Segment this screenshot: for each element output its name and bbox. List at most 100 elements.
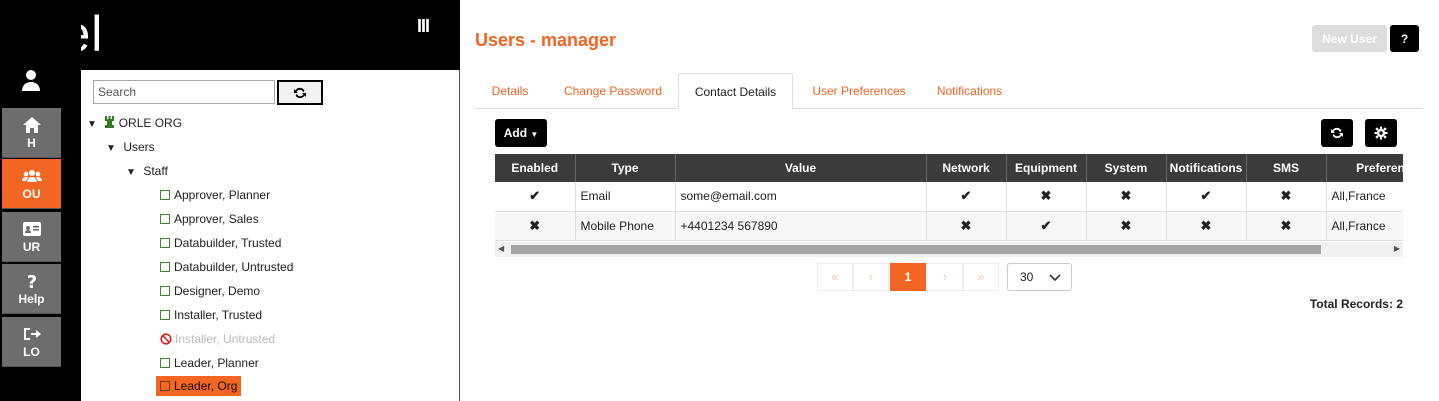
column-header[interactable]: Network: [926, 154, 1007, 182]
current-page-button[interactable]: 1: [890, 263, 926, 291]
next-page-button[interactable]: ›: [927, 263, 963, 291]
horizontal-scrollbar[interactable]: ◀ ▶: [495, 242, 1403, 257]
page-title: Users - manager: [475, 30, 617, 50]
users-group-icon: [21, 170, 42, 182]
collapse-triangle-icon[interactable]: ▼: [126, 165, 140, 181]
nav-logout-button[interactable]: LO: [2, 317, 61, 367]
column-header[interactable]: Enabled: [495, 154, 576, 182]
preferences-cell: All,France: [1326, 211, 1403, 241]
tree-root-node[interactable]: ▼ ORLE ORG: [87, 115, 182, 133]
tree-user-leaf[interactable]: Databuilder, Untrusted: [156, 257, 297, 277]
page-size-value: 30: [1020, 270, 1034, 284]
id-card-icon: [22, 222, 41, 236]
nav-logout-label: LO: [23, 345, 40, 359]
sign-out-icon: [23, 328, 41, 340]
nav-ur-button[interactable]: UR: [2, 212, 61, 262]
system-cell: ✖: [1086, 182, 1167, 212]
nav-help-label: Help: [18, 292, 45, 306]
notifications-cell: ✖: [1166, 211, 1247, 241]
grid-settings-button[interactable]: [1365, 119, 1397, 147]
tree-search-input[interactable]: [93, 80, 275, 104]
user-square-icon: [160, 286, 170, 296]
chevron-down-icon: [1049, 274, 1061, 282]
user-icon[interactable]: [19, 68, 43, 92]
total-records: Total Records: 2: [1309, 297, 1403, 311]
org-chess-icon: [105, 116, 115, 128]
collapse-triangle-icon[interactable]: ▼: [87, 117, 101, 133]
tab-change-password[interactable]: Change Password: [557, 73, 669, 109]
add-label: Add: [503, 126, 528, 140]
home-icon: [22, 117, 41, 133]
tab-contact-details[interactable]: Contact Details: [678, 73, 793, 109]
tree-users-label: Users: [123, 140, 155, 154]
nav-help-button[interactable]: ? Help: [2, 264, 61, 314]
tree-user-leaf[interactable]: Databuilder, Trusted: [156, 233, 285, 253]
question-icon: ?: [26, 272, 36, 290]
table-row[interactable]: ✔ Email some@email.com ✔ ✖ ✖ ✔ ✖ All,Fra…: [495, 182, 1403, 212]
prev-page-button[interactable]: ‹: [853, 263, 889, 291]
add-dropdown-button[interactable]: Add ▼: [495, 119, 547, 147]
collapse-triangle-icon[interactable]: ▼: [106, 141, 120, 157]
user-square-icon: [160, 214, 170, 224]
tab-user-preferences[interactable]: User Preferences: [803, 73, 915, 109]
scroll-left-arrow-icon[interactable]: ◀: [498, 244, 504, 253]
user-square-icon: [160, 190, 170, 200]
rail-spacer: [61, 101, 81, 401]
refresh-grid-button[interactable]: [1321, 119, 1353, 147]
tree-user-leaf[interactable]: Approver, Sales: [156, 209, 263, 229]
preferences-cell: All,France: [1326, 182, 1403, 212]
enabled-cell: ✖: [495, 211, 576, 241]
user-square-icon: [160, 262, 170, 272]
column-header[interactable]: Notifications: [1166, 154, 1247, 182]
tree-user-leaf[interactable]: Approver, Planner: [156, 185, 274, 205]
tree-user-leaf-selected[interactable]: Leader, Org: [156, 376, 242, 396]
column-header[interactable]: Preferences: [1326, 154, 1403, 182]
enabled-cell: ✔: [495, 182, 576, 212]
sms-cell: ✖: [1246, 211, 1327, 241]
system-cell: ✖: [1086, 211, 1167, 241]
refresh-icon: [294, 87, 306, 99]
tree-staff-node[interactable]: ▼ Staff: [126, 163, 168, 181]
nav-home-button[interactable]: H: [2, 108, 61, 158]
equipment-cell: ✖: [1006, 182, 1087, 212]
column-header[interactable]: Value: [675, 154, 927, 182]
tree-user-leaf[interactable]: Leader, Planner: [156, 353, 263, 373]
user-square-icon: [160, 238, 170, 248]
network-cell: ✔: [926, 182, 1007, 212]
tree-root-label: ORLE ORG: [118, 116, 183, 130]
menu-toggle-icon[interactable]: III: [417, 16, 430, 37]
tab-notifications[interactable]: Notifications: [927, 73, 1012, 109]
page-size-select[interactable]: 30: [1007, 263, 1072, 291]
scroll-right-arrow-icon[interactable]: ▶: [1394, 244, 1400, 253]
tree-staff-label: Staff: [143, 164, 168, 178]
nav-ur-label: UR: [22, 240, 41, 254]
ban-icon: [160, 333, 172, 345]
column-header[interactable]: SMS: [1246, 154, 1327, 182]
scrollbar-thumb[interactable]: [511, 245, 1321, 254]
nav-ou-button[interactable]: OU: [2, 159, 61, 209]
nav-rail: H OU UR ? Help LO: [0, 0, 81, 401]
tree-user-leaf[interactable]: Designer, Demo: [156, 281, 264, 301]
user-square-icon: [160, 358, 170, 368]
tree-user-leaf[interactable]: Installer, Trusted: [156, 305, 266, 325]
column-header[interactable]: Equipment: [1006, 154, 1087, 182]
user-square-icon: [160, 310, 170, 320]
help-button[interactable]: ?: [1390, 25, 1419, 52]
new-user-button[interactable]: New User: [1312, 25, 1387, 52]
first-page-button[interactable]: «: [817, 263, 853, 291]
table-row[interactable]: ✖ Mobile Phone +4401234 567890 ✖ ✔ ✖ ✖ ✖…: [495, 211, 1403, 241]
type-cell: Mobile Phone: [575, 211, 676, 241]
tab-details[interactable]: Details: [475, 73, 545, 109]
last-page-button[interactable]: »: [963, 263, 999, 291]
tab-bar: Details Change Password Contact Details …: [475, 73, 1423, 109]
sms-cell: ✖: [1246, 182, 1327, 212]
column-header[interactable]: System: [1086, 154, 1167, 182]
tree-refresh-button[interactable]: [277, 80, 323, 105]
tree-users-node[interactable]: ▼ Users: [106, 139, 155, 157]
column-header[interactable]: Type: [575, 154, 676, 182]
tree-user-leaf-disabled[interactable]: Installer, Untrusted: [156, 329, 279, 349]
notifications-cell: ✔: [1166, 182, 1247, 212]
user-square-icon: [160, 381, 170, 391]
value-cell: +4401234 567890: [675, 211, 927, 241]
grid-header-row: Enabled Type Value Network Equipment Sys…: [495, 154, 1403, 182]
